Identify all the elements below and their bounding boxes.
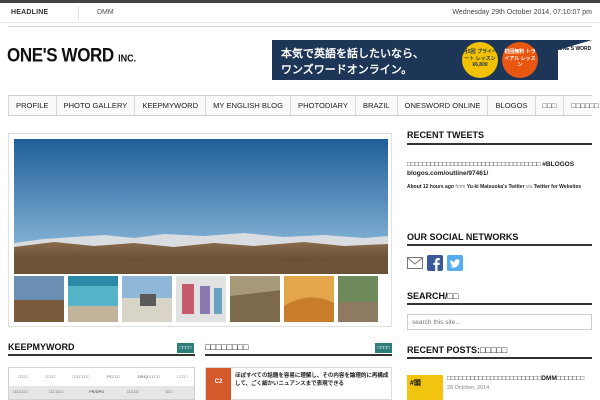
nav-item-profile[interactable]: PROFILE: [8, 96, 57, 115]
keepmyword-image-label: PC□□□: [107, 374, 120, 379]
slider-thumb-4[interactable]: [176, 276, 226, 322]
keepmyword-image-cell: □□□: [165, 389, 173, 394]
slider-thumb-1[interactable]: [14, 276, 64, 322]
search-rule: [407, 303, 592, 305]
keepmyword-image-label: □□□□: [45, 374, 55, 379]
recent-post-thumbnail[interactable]: #頭: [407, 375, 443, 400]
social-icons: [407, 255, 463, 271]
social-networks-rule: [407, 244, 592, 246]
keepmyword-image-label: □□□□: [177, 374, 188, 379]
middle-section-rule: [205, 354, 392, 356]
facebook-icon[interactable]: [427, 255, 443, 271]
nav-item-photo-gallery[interactable]: PHOTO GALLERY: [57, 96, 136, 115]
headline-label: HEADLINE: [11, 9, 49, 16]
keepmyword-section-rule: [8, 354, 195, 356]
recent-post-date: 28 October, 2014: [447, 385, 490, 391]
list-item[interactable]: C2 ほぼすべての話題を容易に理解し、その内容を論理的に再構成して、ごく細かいニ…: [205, 367, 392, 400]
tweet-via-label: via: [525, 184, 533, 190]
banner-headline-2: ワンズワードオンライン。: [281, 64, 413, 76]
logo-text: ONE'S WORD: [7, 44, 114, 66]
headline-divider: [78, 7, 79, 20]
slider-thumb-5[interactable]: [230, 276, 280, 322]
header-banner-ad[interactable]: 本気で英語を話したいなら、 ワンズワードオンライン。 月5回 プライベート レッ…: [272, 40, 592, 80]
nav-item-my-english-blog[interactable]: MY ENGLISH BLOG: [206, 96, 291, 115]
slider-thumb-7[interactable]: [338, 276, 388, 322]
slider-thumb-3[interactable]: [122, 276, 172, 322]
tweet-text[interactable]: □□□□□□□□□□□□□□□□□□□□□□□□□□□□□□□□□□ #BLOG…: [407, 160, 592, 179]
nav-item-photodiary[interactable]: PHOTODIARY: [291, 96, 356, 115]
recent-tweets-rule: [407, 143, 592, 145]
recent-posts-rule: [407, 357, 592, 359]
search-title: SEARCH/□□: [407, 291, 459, 301]
main-navigation: PROFILE PHOTO GALLERY KEEPMYWORD MY ENGL…: [8, 95, 599, 116]
twitter-icon[interactable]: [447, 255, 463, 271]
tweet-time-link[interactable]: About 12 hours ago: [407, 184, 454, 190]
list-item-text: ほぼすべての話題を容易に理解し、その内容を論理的に再構成して、ごく細かいニュアン…: [235, 373, 389, 388]
nav-item-8[interactable]: □□□: [536, 96, 565, 115]
middle-more-button[interactable]: □□□□: [375, 343, 392, 353]
tweet-from-label: from: [455, 184, 466, 190]
nav-item-9[interactable]: □□□□□□: [564, 96, 600, 115]
header-divider: [8, 26, 592, 27]
keepmyword-image-cell: □□□□□□: [13, 389, 28, 394]
tweet-user-link[interactable]: Yu-ki Matsuoka's Twitter: [467, 184, 525, 190]
keepmyword-image-cell: PR/DPD: [89, 389, 105, 394]
mail-icon[interactable]: [407, 255, 423, 271]
banner-headline-1: 本気で英語を話したいなら、: [281, 48, 424, 60]
keepmyword-image-header-row: □□□□ □□□□ □□□□□□□ PC□□□ DRIQ□□□□□ □□□□: [9, 374, 194, 382]
nav-item-brazil[interactable]: BRAZIL: [356, 96, 398, 115]
slider-thumb-6[interactable]: [284, 276, 334, 322]
banner-price-badge: 月5回 プライベート レッスン ¥6,800: [462, 42, 498, 78]
nav-item-blogos[interactable]: BLOGOS: [488, 96, 536, 115]
top-bar: HEADLINE DMM Wednesday 29th October 2014…: [0, 3, 600, 23]
middle-section-title: □□□□□□□□: [205, 342, 249, 352]
banner-brand-mark: ONE'S WORD: [558, 40, 592, 80]
tweet-via-link[interactable]: Twitter for Websites: [534, 184, 581, 190]
recent-post-title-link[interactable]: □□□□□□□□□□□□□□□□□□□□□□□□DMM□□□□□□□: [447, 375, 592, 382]
recent-posts-title: RECENT POSTS:□□□□□: [407, 345, 508, 355]
search-input[interactable]: [407, 314, 592, 330]
recent-post-thumb-text: #頭: [410, 380, 421, 387]
keepmyword-section-title: KEEPMYWORD: [8, 342, 75, 352]
recent-tweets-title: RECENT TWEETS: [407, 130, 485, 140]
nav-item-onesword-online[interactable]: ONESWORD ONLINE: [398, 96, 489, 115]
slider-thumbnails: [14, 276, 388, 322]
keepmyword-more-button[interactable]: □□□□: [177, 343, 194, 353]
nav-item-keepmyword[interactable]: KEEPMYWORD: [135, 96, 207, 115]
keepmyword-feature-image[interactable]: □□□□ □□□□ □□□□□□□ PC□□□ DRIQ□□□□□ □□□□ □…: [8, 367, 195, 400]
banner-trial-badge: 初回無料 トライアル レッスン: [502, 42, 538, 78]
keepmyword-image-cell: □□□□□□: [49, 389, 64, 394]
headline-ticker-link[interactable]: DMM: [97, 9, 114, 16]
site-logo[interactable]: ONE'S WORD INC.: [7, 44, 136, 67]
slide-main-image[interactable]: [14, 139, 388, 274]
keepmyword-image-label: DRIQ□□□□□: [137, 374, 160, 379]
middle-list: C2 ほぼすべての話題を容易に理解し、その内容を論理的に再構成して、ごく細かいニ…: [205, 367, 392, 400]
list-item-level-badge: C2: [206, 368, 231, 400]
keepmyword-image-label: □□□□□□□: [72, 374, 90, 379]
tweet-meta: About 12 hours ago from Yu-ki Matsuoka's…: [407, 184, 597, 190]
current-date: Wednesday 29th October 2014, 07:10:07 pm: [452, 9, 592, 16]
social-networks-title: OUR SOCIAL NETWORKS: [407, 232, 519, 242]
keepmyword-image-data-row: □□□□□□ □□□□□□ PR/DPD □□□□□ □□□: [9, 386, 194, 399]
featured-slider: [8, 133, 392, 327]
keepmyword-image-cell: □□□□□: [127, 389, 140, 394]
logo-suffix: INC.: [118, 52, 137, 64]
slider-thumb-2[interactable]: [68, 276, 118, 322]
keepmyword-image-label: □□□□: [17, 374, 28, 379]
